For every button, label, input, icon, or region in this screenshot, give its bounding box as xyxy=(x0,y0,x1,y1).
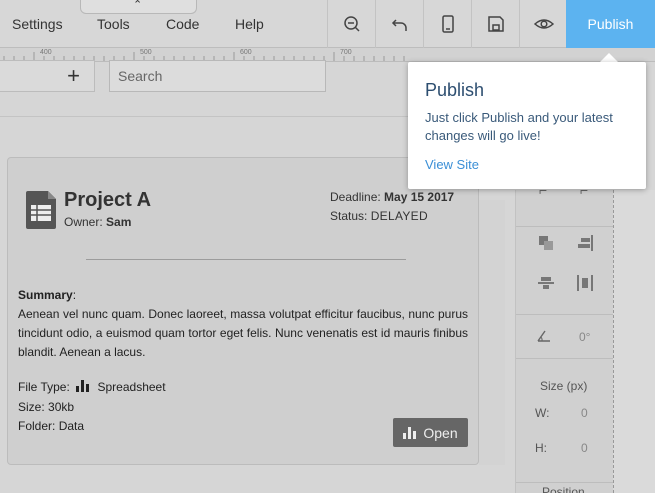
bar-chart-icon xyxy=(403,426,417,439)
position-title: Position xyxy=(542,485,585,493)
ruler-label: 700 xyxy=(340,49,352,56)
width-value[interactable]: 0 xyxy=(581,406,588,420)
height-value[interactable]: 0 xyxy=(581,441,588,455)
card-shadow-area xyxy=(479,200,505,465)
undo-button[interactable] xyxy=(375,0,423,48)
menu-code[interactable]: Code xyxy=(166,16,199,32)
size-value: 30kb xyxy=(48,400,75,414)
owner-value: Sam xyxy=(106,215,132,229)
status-badge: DELAYED xyxy=(370,209,428,223)
publish-button[interactable]: Publish xyxy=(566,0,655,48)
size-label: Size: xyxy=(18,400,45,414)
popover-description: Just click Publish and your latest chang… xyxy=(425,110,613,143)
arrange-forward-icon[interactable] xyxy=(538,235,554,254)
save-icon xyxy=(487,16,504,32)
publish-popover: Publish Just click Publish and your late… xyxy=(408,62,646,189)
open-button[interactable]: Open xyxy=(393,418,468,447)
undo-icon xyxy=(391,19,407,31)
align-center-icon[interactable] xyxy=(538,275,554,294)
angle-icon xyxy=(536,329,552,346)
file-type-value: Spreadsheet xyxy=(97,380,166,394)
folder-value: Data xyxy=(58,419,85,433)
width-label: W: xyxy=(535,406,550,420)
owner-label: Owner: xyxy=(64,215,103,229)
vertical-ruler xyxy=(613,190,655,493)
size-section: Size (px) W: 0 H: 0 xyxy=(516,358,614,482)
folder-label: Folder: xyxy=(18,419,56,433)
height-label: H: xyxy=(535,441,547,455)
distribute-icon[interactable] xyxy=(577,275,593,294)
view-site-link[interactable]: View Site xyxy=(425,157,479,172)
size-title: Size (px) xyxy=(540,379,588,393)
chevron-up-icon: ⌃ xyxy=(133,0,143,11)
file-type-line: File Type: Spreadsheet xyxy=(18,380,166,394)
menu-tools[interactable]: Tools xyxy=(97,16,130,32)
rotation-value[interactable]: 0° xyxy=(579,330,590,344)
status-label: Status: xyxy=(330,209,368,223)
tools-collapse-tab[interactable]: ⌃ xyxy=(80,0,197,14)
ruler-label: 400 xyxy=(40,49,52,56)
owner-line: Owner: Sam xyxy=(64,215,131,229)
add-element-button[interactable]: + xyxy=(0,60,95,92)
rotation-section: 0° xyxy=(516,314,614,358)
zoom-out-icon xyxy=(343,16,360,32)
file-type-label: File Type: xyxy=(18,380,70,394)
status-line: Status: DELAYED xyxy=(330,209,428,223)
position-section: Position xyxy=(516,482,614,493)
ruler-ticks xyxy=(3,52,405,61)
menu-help[interactable]: Help xyxy=(235,16,264,32)
card-divider xyxy=(86,259,406,260)
deadline-line: Deadline: May 15 2017 xyxy=(330,190,454,204)
project-card: Project A Owner: Sam Deadline: May 15 20… xyxy=(7,157,479,465)
menu-settings[interactable]: Settings xyxy=(12,16,63,32)
project-title: Project A xyxy=(64,189,152,211)
summary-heading: Summary: xyxy=(18,288,77,302)
arrange-section xyxy=(516,226,614,314)
plus-icon: + xyxy=(67,63,80,88)
zoom-out-button[interactable] xyxy=(327,0,375,48)
mobile-icon xyxy=(441,15,454,33)
mobile-view-button[interactable] xyxy=(423,0,471,48)
ruler-label: 500 xyxy=(140,49,152,56)
summary-label: Summary xyxy=(18,288,73,302)
popover-title: Publish xyxy=(425,80,485,100)
summary-text: Aenean vel nunc quam. Donec laoreet, mas… xyxy=(18,307,468,359)
top-toolbar: Settings ⌃ Tools Code Help Publish xyxy=(0,0,655,48)
save-button[interactable] xyxy=(471,0,519,48)
open-button-label: Open xyxy=(423,424,458,441)
ruler-label: 600 xyxy=(240,49,252,56)
size-line: Size: 30kb xyxy=(18,400,74,414)
properties-panel: ⌐ ⌐ 0° Size (px) W: 0 H: 0 Position xyxy=(515,182,614,493)
preview-button[interactable] xyxy=(519,0,567,48)
folder-line: Folder: Data xyxy=(18,419,84,433)
search-input[interactable] xyxy=(109,60,326,92)
preview-icon xyxy=(533,19,554,29)
horizontal-ruler: 400 500 600 700 xyxy=(0,48,655,62)
spreadsheet-file-icon xyxy=(26,191,56,229)
bar-chart-icon xyxy=(76,380,90,392)
deadline-label: Deadline: xyxy=(330,190,381,204)
align-right-icon[interactable] xyxy=(577,235,593,254)
deadline-value: May 15 2017 xyxy=(384,190,455,204)
